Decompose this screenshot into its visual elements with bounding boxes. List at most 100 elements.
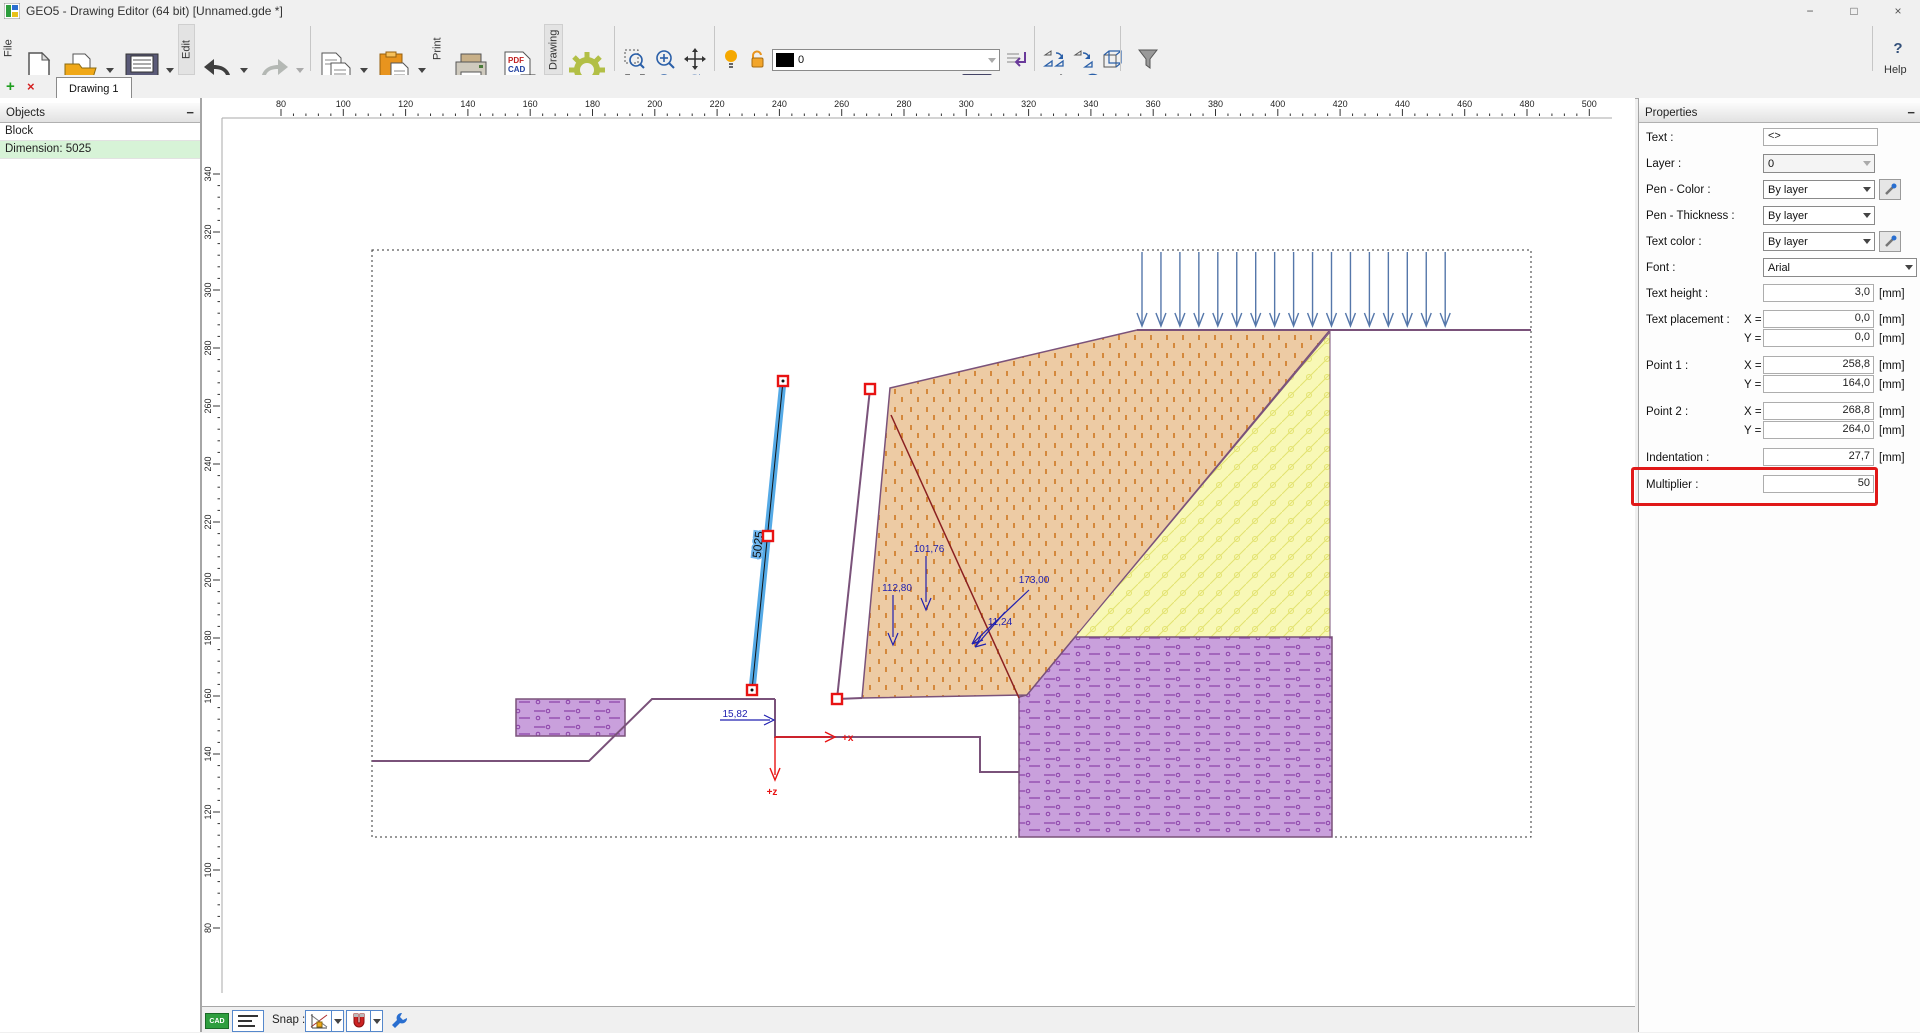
- maximize-button[interactable]: □: [1832, 0, 1876, 22]
- text-placement-y-input[interactable]: 0,0: [1763, 329, 1874, 347]
- pen-thickness-label: Pen - Thickness :: [1646, 210, 1735, 222]
- unit-mm: [mm]: [1879, 360, 1905, 372]
- block-object[interactable]: [516, 699, 625, 736]
- snap-magnet-dropdown[interactable]: [370, 1010, 383, 1032]
- zoom-select-icon: [624, 49, 646, 69]
- svg-text:360: 360: [1146, 99, 1161, 109]
- text-color-picker-button[interactable]: [1879, 231, 1901, 252]
- pdf-text: PDF: [508, 56, 524, 65]
- pen-thickness-combobox[interactable]: By layer: [1763, 206, 1875, 225]
- snap-axis-button[interactable]: [305, 1010, 333, 1032]
- cad-mode-badge[interactable]: CAD: [205, 1013, 229, 1029]
- selection-handles[interactable]: [747, 376, 875, 704]
- point2-y-input[interactable]: 264,0: [1763, 421, 1874, 439]
- pen-color-picker-button[interactable]: [1879, 179, 1901, 200]
- pan-button[interactable]: [682, 48, 708, 70]
- objects-list-item[interactable]: Dimension: 5025: [0, 141, 200, 159]
- chevron-down-icon: [296, 68, 304, 73]
- drawing-menu-label[interactable]: Drawing: [544, 24, 563, 75]
- point1-y-input[interactable]: 164,0: [1763, 375, 1874, 393]
- pen-width-value: 0: [794, 54, 984, 66]
- snap-settings-button[interactable]: [388, 1010, 410, 1030]
- copy-objects-button[interactable]: [1042, 48, 1068, 70]
- soil-region-clay[interactable]: [1019, 637, 1332, 837]
- text-height-input[interactable]: 3,0: [1763, 284, 1874, 302]
- move-objects-button[interactable]: [1072, 48, 1098, 70]
- text-color-combobox[interactable]: By layer: [1763, 232, 1875, 251]
- pen-style-combobox[interactable]: 0: [772, 49, 1000, 71]
- properties-panel-title: Properties: [1645, 107, 1697, 119]
- zoom-select-button[interactable]: [622, 48, 648, 70]
- snap-axis-icon: [310, 1013, 328, 1029]
- dimension-object-selected[interactable]: 5025: [747, 376, 875, 704]
- axis-z-label: +z: [767, 787, 778, 798]
- text-placement-x-input[interactable]: 0,0: [1763, 310, 1874, 328]
- unit-mm: [mm]: [1879, 425, 1905, 437]
- svg-text:240: 240: [203, 456, 213, 471]
- indentation-input[interactable]: 27,7: [1763, 448, 1874, 466]
- objects-panel-title: Objects: [6, 107, 45, 119]
- excavation-steps-line[interactable]: [775, 699, 1019, 772]
- svg-text:80: 80: [276, 99, 286, 109]
- collapse-icon[interactable]: −: [186, 105, 194, 120]
- font-combobox[interactable]: Arial: [1763, 258, 1917, 277]
- file-menu-label[interactable]: File: [1, 24, 16, 73]
- svg-text:440: 440: [1395, 99, 1410, 109]
- chevron-down-icon: [1859, 233, 1874, 250]
- title-bar: GEO5 - Drawing Editor (64 bit) [Unnamed.…: [0, 0, 1920, 22]
- unit-mm: [mm]: [1879, 288, 1905, 300]
- close-tab-button[interactable]: ×: [27, 79, 35, 94]
- force-label[interactable]: 101,76: [914, 544, 945, 555]
- svg-text:220: 220: [710, 99, 725, 109]
- ruler-top: 8010012014016018020022024026028030032034…: [276, 99, 1597, 116]
- edit-menu-label[interactable]: Edit: [178, 24, 195, 75]
- snap-axis-dropdown[interactable]: [331, 1010, 344, 1032]
- svg-text:140: 140: [460, 99, 475, 109]
- wall-face-line[interactable]: [837, 389, 870, 699]
- multiplier-input[interactable]: 50: [1763, 475, 1874, 493]
- close-button[interactable]: ×: [1876, 0, 1920, 22]
- svg-text:280: 280: [203, 340, 213, 355]
- point1-x-input[interactable]: 258,8: [1763, 356, 1874, 374]
- unit-mm: [mm]: [1879, 314, 1905, 326]
- unit-mm: [mm]: [1879, 333, 1905, 345]
- lock-button[interactable]: [748, 49, 766, 69]
- svg-text:340: 340: [1083, 99, 1098, 109]
- axis-x-label: +x: [842, 733, 854, 744]
- force-label[interactable]: 112,80: [882, 583, 912, 594]
- svg-text:300: 300: [203, 282, 213, 297]
- x-eq-label: X =: [1744, 406, 1762, 418]
- zoom-in-button[interactable]: [652, 48, 678, 70]
- text-input[interactable]: <>: [1763, 128, 1878, 146]
- surcharge-load-arrows[interactable]: [1137, 252, 1450, 326]
- layers-button[interactable]: [1004, 49, 1028, 69]
- tab-drawing-1[interactable]: Drawing 1: [56, 77, 132, 99]
- toolbar-separator: [714, 26, 715, 71]
- minimize-button[interactable]: −: [1788, 0, 1832, 22]
- chevron-down-icon: [166, 68, 174, 73]
- tab-bar: + × Drawing 1: [0, 75, 1920, 99]
- help-icon[interactable]: ?: [1888, 38, 1908, 58]
- filter-button[interactable]: [1134, 48, 1162, 70]
- force-label[interactable]: 173,00: [1019, 575, 1050, 586]
- drawing-canvas[interactable]: 8010012014016018020022024026028030032034…: [202, 98, 1635, 1006]
- force-label[interactable]: 11,24: [988, 617, 1013, 628]
- snap-magnet-button[interactable]: [346, 1010, 372, 1032]
- eyedropper-icon: [1883, 235, 1897, 249]
- svg-text:120: 120: [203, 804, 213, 819]
- extrude-3d-button[interactable]: [1100, 48, 1126, 70]
- layer-combobox[interactable]: 0: [1763, 154, 1875, 173]
- print-menu-label[interactable]: Print: [430, 24, 445, 73]
- collapse-icon[interactable]: −: [1907, 105, 1915, 120]
- point2-x-input[interactable]: 268,8: [1763, 402, 1874, 420]
- chevron-down-icon: [984, 50, 999, 70]
- objects-list-item[interactable]: Block: [0, 123, 200, 141]
- svg-text:180: 180: [585, 99, 600, 109]
- force-label[interactable]: 15,82: [722, 709, 747, 720]
- pen-color-combobox[interactable]: By layer: [1763, 180, 1875, 199]
- layers-icon: [1005, 50, 1027, 68]
- line-style-button[interactable]: [232, 1010, 264, 1032]
- drawing-canvas-area: 8010012014016018020022024026028030032034…: [202, 98, 1635, 1006]
- visibility-bulb-button[interactable]: [722, 49, 740, 69]
- add-tab-button[interactable]: +: [6, 78, 15, 95]
